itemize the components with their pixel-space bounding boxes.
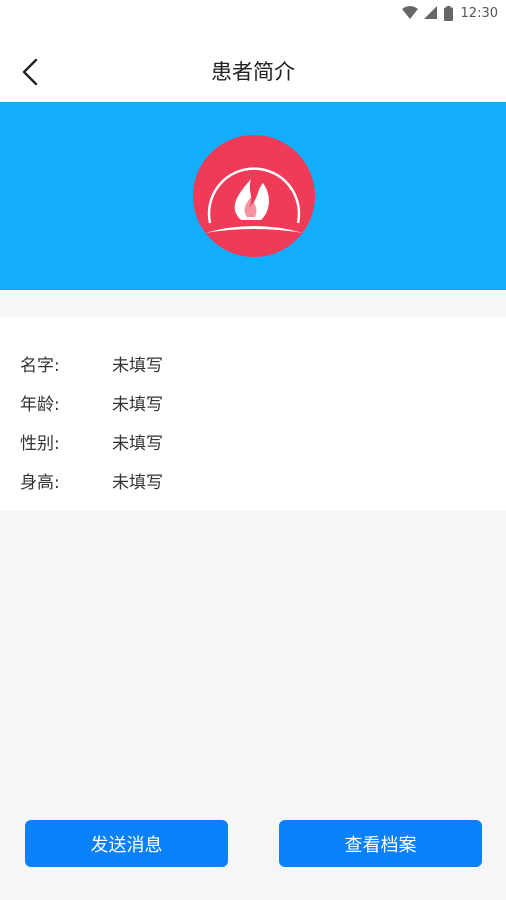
title-bar: 患者简介 [0, 26, 506, 102]
age-label: 年龄: [20, 395, 60, 415]
signal-icon [423, 6, 437, 19]
height-label: 身高: [20, 473, 60, 493]
name-label: 名字: [20, 356, 60, 376]
info-row-name: 名字: 未填写 [20, 351, 163, 376]
page-title: 患者简介 [211, 60, 295, 84]
patient-avatar [193, 135, 315, 257]
age-value: 未填写 [112, 395, 163, 415]
patient-info-card: 名字: 未填写 年龄: 未填写 性别: 未填写 身高: 未填写 [0, 317, 506, 511]
name-value: 未填写 [112, 356, 163, 376]
gender-label: 性别: [20, 434, 60, 454]
info-row-age: 年龄: 未填写 [20, 390, 163, 415]
send-message-button[interactable]: 发送消息 [25, 820, 228, 867]
info-row-gender: 性别: 未填写 [20, 429, 163, 454]
height-value: 未填写 [112, 473, 163, 493]
battery-icon [443, 5, 453, 21]
wifi-icon [401, 6, 418, 19]
view-records-button[interactable]: 查看档案 [279, 820, 482, 867]
info-row-height: 身高: 未填写 [20, 468, 163, 493]
flame-logo-icon [193, 135, 315, 257]
gender-value: 未填写 [112, 434, 163, 454]
status-icons: 12:30 [401, 4, 498, 22]
status-time: 12:30 [460, 5, 498, 21]
status-bar: 12:30 [0, 0, 506, 26]
